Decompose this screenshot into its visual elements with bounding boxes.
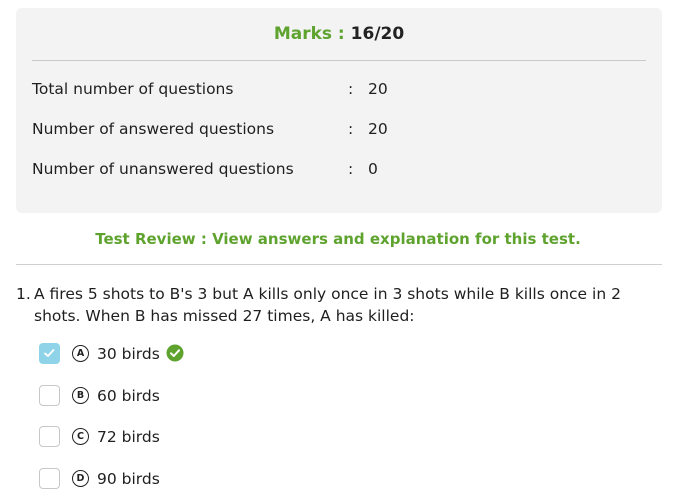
option-letter-badge: A bbox=[72, 345, 89, 362]
test-review-link[interactable]: Test Review : View answers and explanati… bbox=[0, 228, 676, 250]
stat-row-total: Total number of questions : 20 bbox=[32, 78, 642, 100]
check-circle-icon bbox=[166, 344, 184, 362]
divider bbox=[32, 60, 646, 61]
stat-label: Number of unanswered questions bbox=[32, 160, 294, 178]
check-icon bbox=[44, 349, 55, 357]
option-text: 30 birds bbox=[97, 345, 160, 363]
stat-row-unanswered: Number of unanswered questions : 0 bbox=[32, 158, 642, 180]
stat-colon: : bbox=[348, 80, 354, 98]
stat-label: Number of answered questions bbox=[32, 120, 275, 138]
marks-heading: Marks : 16/20 bbox=[16, 22, 662, 46]
stat-colon: : bbox=[348, 120, 354, 138]
option-letter-badge: D bbox=[72, 470, 89, 487]
option-checkbox[interactable] bbox=[39, 468, 60, 489]
divider bbox=[16, 264, 662, 265]
option-letter-badge: B bbox=[72, 387, 89, 404]
question-text: A fires 5 shots to B's 3 but A kills onl… bbox=[34, 285, 621, 325]
option-text: 90 birds bbox=[97, 470, 160, 488]
stat-row-answered: Number of answered questions : 20 bbox=[32, 118, 642, 140]
option-checkbox[interactable] bbox=[39, 343, 60, 364]
marks-label: Marks : bbox=[273, 24, 345, 44]
question-number: 1. bbox=[16, 285, 31, 303]
marks-value: 16/20 bbox=[350, 24, 405, 44]
stat-colon: : bbox=[348, 160, 354, 178]
option-text: 60 birds bbox=[97, 387, 160, 405]
option-letter-badge: C bbox=[72, 428, 89, 445]
stat-value: 20 bbox=[368, 80, 388, 98]
stat-label: Total number of questions bbox=[32, 80, 234, 98]
option-checkbox[interactable] bbox=[39, 385, 60, 406]
result-summary-card: Marks : 16/20 Total number of questions … bbox=[16, 8, 662, 213]
stat-value: 0 bbox=[368, 160, 378, 178]
stat-value: 20 bbox=[368, 120, 388, 138]
option-text: 72 birds bbox=[97, 428, 160, 446]
option-checkbox[interactable] bbox=[39, 426, 60, 447]
